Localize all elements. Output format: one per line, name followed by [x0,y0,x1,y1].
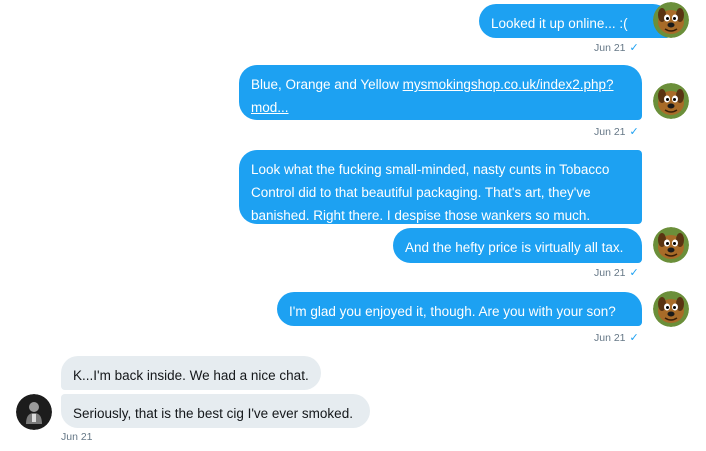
incoming-message[interactable]: Seriously, that is the best cig I've eve… [61,394,370,428]
outgoing-message[interactable]: Look what the fucking small-minded, nast… [239,150,642,224]
outgoing-message[interactable]: And the hefty price is virtually all tax… [393,228,642,263]
message-text: Seriously, that is the best cig I've eve… [73,406,353,421]
message-text: Looked it up online... :( [491,16,628,31]
message-text: And the hefty price is virtually all tax… [405,240,624,255]
cartoon-dog-avatar-icon[interactable] [653,291,689,327]
conversation-thread: Looked it up online... :( Jun 21 ✓ Blue, … [0,0,706,451]
outgoing-message[interactable]: Looked it up online... :( [479,4,670,38]
message-text: K...I'm back inside. We had a nice chat. [73,368,309,383]
message-timestamp: Jun 21 ✓ [594,126,639,138]
message-timestamp: Jun 21 [61,431,93,443]
person-avatar-icon[interactable] [16,394,52,430]
outgoing-message[interactable]: Blue, Orange and Yellow mysmokingshop.co… [239,65,642,120]
read-check-icon: ✓ [629,42,639,54]
read-check-icon: ✓ [629,332,639,344]
cartoon-dog-avatar-icon[interactable] [653,227,689,263]
read-check-icon: ✓ [629,267,639,279]
message-timestamp: Jun 21 ✓ [594,332,639,344]
read-check-icon: ✓ [629,126,639,138]
incoming-message[interactable]: K...I'm back inside. We had a nice chat. [61,356,321,390]
message-timestamp: Jun 21 ✓ [594,267,639,279]
outgoing-message[interactable]: I'm glad you enjoyed it, though. Are you… [277,292,642,326]
message-text: Blue, Orange and Yellow [251,77,403,92]
message-timestamp: Jun 21 ✓ [594,42,639,54]
cartoon-dog-avatar-icon[interactable] [653,83,689,119]
message-text: I'm glad you enjoyed it, though. Are you… [289,304,616,319]
cartoon-dog-avatar-icon[interactable] [653,2,689,38]
